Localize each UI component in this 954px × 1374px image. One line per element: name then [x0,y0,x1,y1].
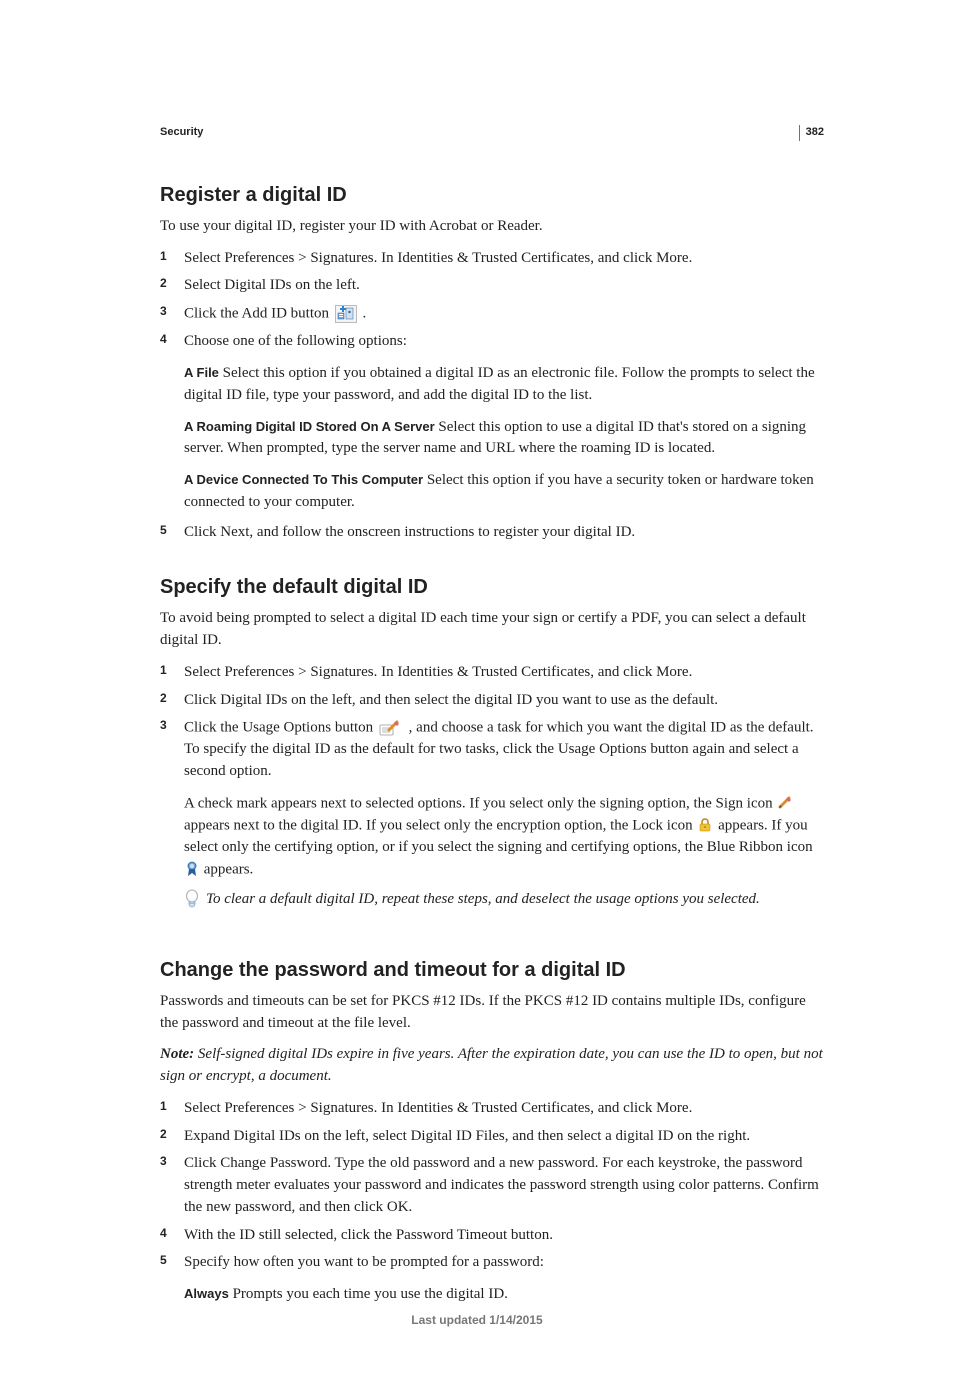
section-label: Security [160,125,824,141]
step: Specify how often you want to be prompte… [160,1252,824,1306]
step: With the ID still selected, click the Pa… [160,1225,824,1247]
step: Select Preferences > Signatures. In Iden… [160,248,824,270]
register-steps: Select Preferences > Signatures. In Iden… [160,248,824,544]
step: Select Digital IDs on the left. [160,275,824,297]
intro-default-id: To avoid being prompted to select a digi… [160,608,824,652]
heading-register: Register a digital ID [160,181,824,210]
step: Select Preferences > Signatures. In Iden… [160,1098,824,1120]
lock-icon [698,815,712,837]
lightbulb-icon [184,889,200,911]
option-roaming: A Roaming Digital ID Stored On A Server … [184,417,824,461]
step: Select Preferences > Signatures. In Iden… [160,662,824,684]
option-device: A Device Connected To This Computer Sele… [184,470,824,514]
step: Click Next, and follow the onscreen inst… [160,522,824,544]
step: Click the Usage Options button , and cho… [160,717,824,881]
sign-icon [778,793,794,815]
tip-text: To clear a default digital ID, repeat th… [206,889,824,911]
change-password-steps: Select Preferences > Signatures. In Iden… [160,1098,824,1306]
step: Click Change Password. Type the old pass… [160,1153,824,1218]
option-always: Always Prompts you each time you use the… [184,1284,824,1306]
page-number: 382 [799,125,824,141]
step: Click the Add ID button . [160,303,824,325]
step: Click Digital IDs on the left, and then … [160,690,824,712]
result-paragraph: A check mark appears next to selected op… [184,793,824,881]
page-content: 382 Security Register a digital ID To us… [0,0,954,1374]
usage-options-icon [379,717,403,739]
tip-row: To clear a default digital ID, repeat th… [160,889,824,911]
note-paragraph: Note: Self-signed digital IDs expire in … [160,1044,824,1088]
intro-change-password: Passwords and timeouts can be set for PK… [160,991,824,1035]
heading-default-id: Specify the default digital ID [160,573,824,602]
footer: Last updated 1/14/2015 [0,1312,954,1329]
default-id-steps: Select Preferences > Signatures. In Iden… [160,662,824,881]
option-a-file: A File Select this option if you obtaine… [184,363,824,407]
add-id-icon [335,303,357,325]
heading-change-password: Change the password and timeout for a di… [160,956,824,985]
step: Choose one of the following options: A F… [160,331,824,513]
intro-register: To use your digital ID, register your ID… [160,216,824,238]
blue-ribbon-icon [186,859,198,881]
step: Expand Digital IDs on the left, select D… [160,1126,824,1148]
